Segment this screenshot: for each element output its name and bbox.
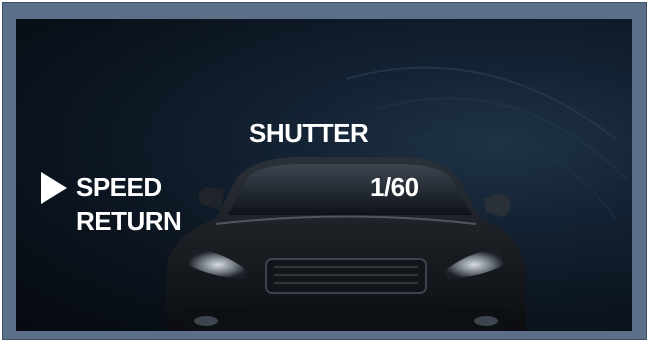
menu-item-return[interactable]: RETURN [76,208,182,234]
menu-item-speed[interactable]: SPEED [76,174,162,200]
menu-title: SHUTTER [249,118,369,148]
osd-screen: SHUTTER SPEED 1/60 RETURN [16,19,632,331]
shutter-speed-value[interactable]: 1/60 [370,174,419,200]
monitor-frame: SHUTTER SPEED 1/60 RETURN [2,2,647,340]
triangle-right-icon [41,172,67,204]
